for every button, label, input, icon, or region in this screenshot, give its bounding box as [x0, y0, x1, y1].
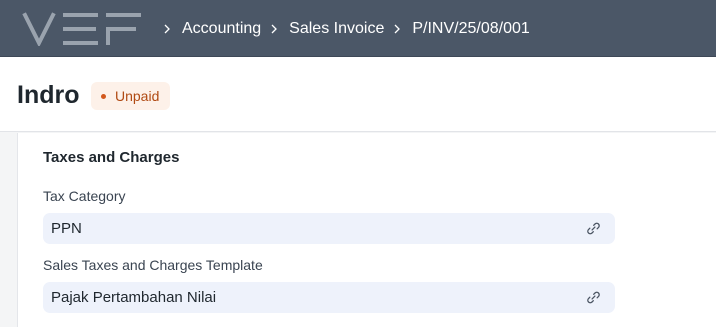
breadcrumb-accounting[interactable]: Accounting [182, 20, 261, 38]
navbar: Accounting Sales Invoice P/INV/25/08/001 [0, 0, 716, 57]
breadcrumb-invoice-id[interactable]: P/INV/25/08/001 [412, 20, 529, 38]
status-dot-icon [101, 93, 106, 99]
page-title: Indro [17, 81, 80, 109]
taxes-section: Taxes and Charges Tax Category PPN Sales… [17, 133, 716, 327]
breadcrumb: Accounting Sales Invoice P/INV/25/08/001 [160, 0, 530, 57]
tax-category-label: Tax Category [43, 188, 126, 204]
app-logo[interactable] [22, 12, 142, 48]
vef-logo-icon [22, 12, 141, 48]
link-icon[interactable] [586, 221, 601, 236]
status-badge: Unpaid [91, 82, 171, 110]
section-title: Taxes and Charges [43, 149, 180, 166]
template-value: Pajak Pertambahan Nilai [51, 289, 217, 306]
chevron-right-icon [394, 24, 401, 33]
status-label: Unpaid [115, 88, 160, 104]
template-label: Sales Taxes and Charges Template [43, 257, 263, 273]
tax-category-field[interactable]: PPN [43, 213, 615, 244]
link-icon[interactable] [586, 290, 601, 305]
tax-category-value: PPN [51, 220, 82, 237]
template-field[interactable]: Pajak Pertambahan Nilai [43, 282, 615, 313]
breadcrumb-sales-invoice[interactable]: Sales Invoice [289, 20, 384, 38]
chevron-right-icon [271, 24, 278, 33]
chevron-right-icon [164, 24, 170, 33]
page-header: Indro Unpaid [0, 57, 716, 132]
